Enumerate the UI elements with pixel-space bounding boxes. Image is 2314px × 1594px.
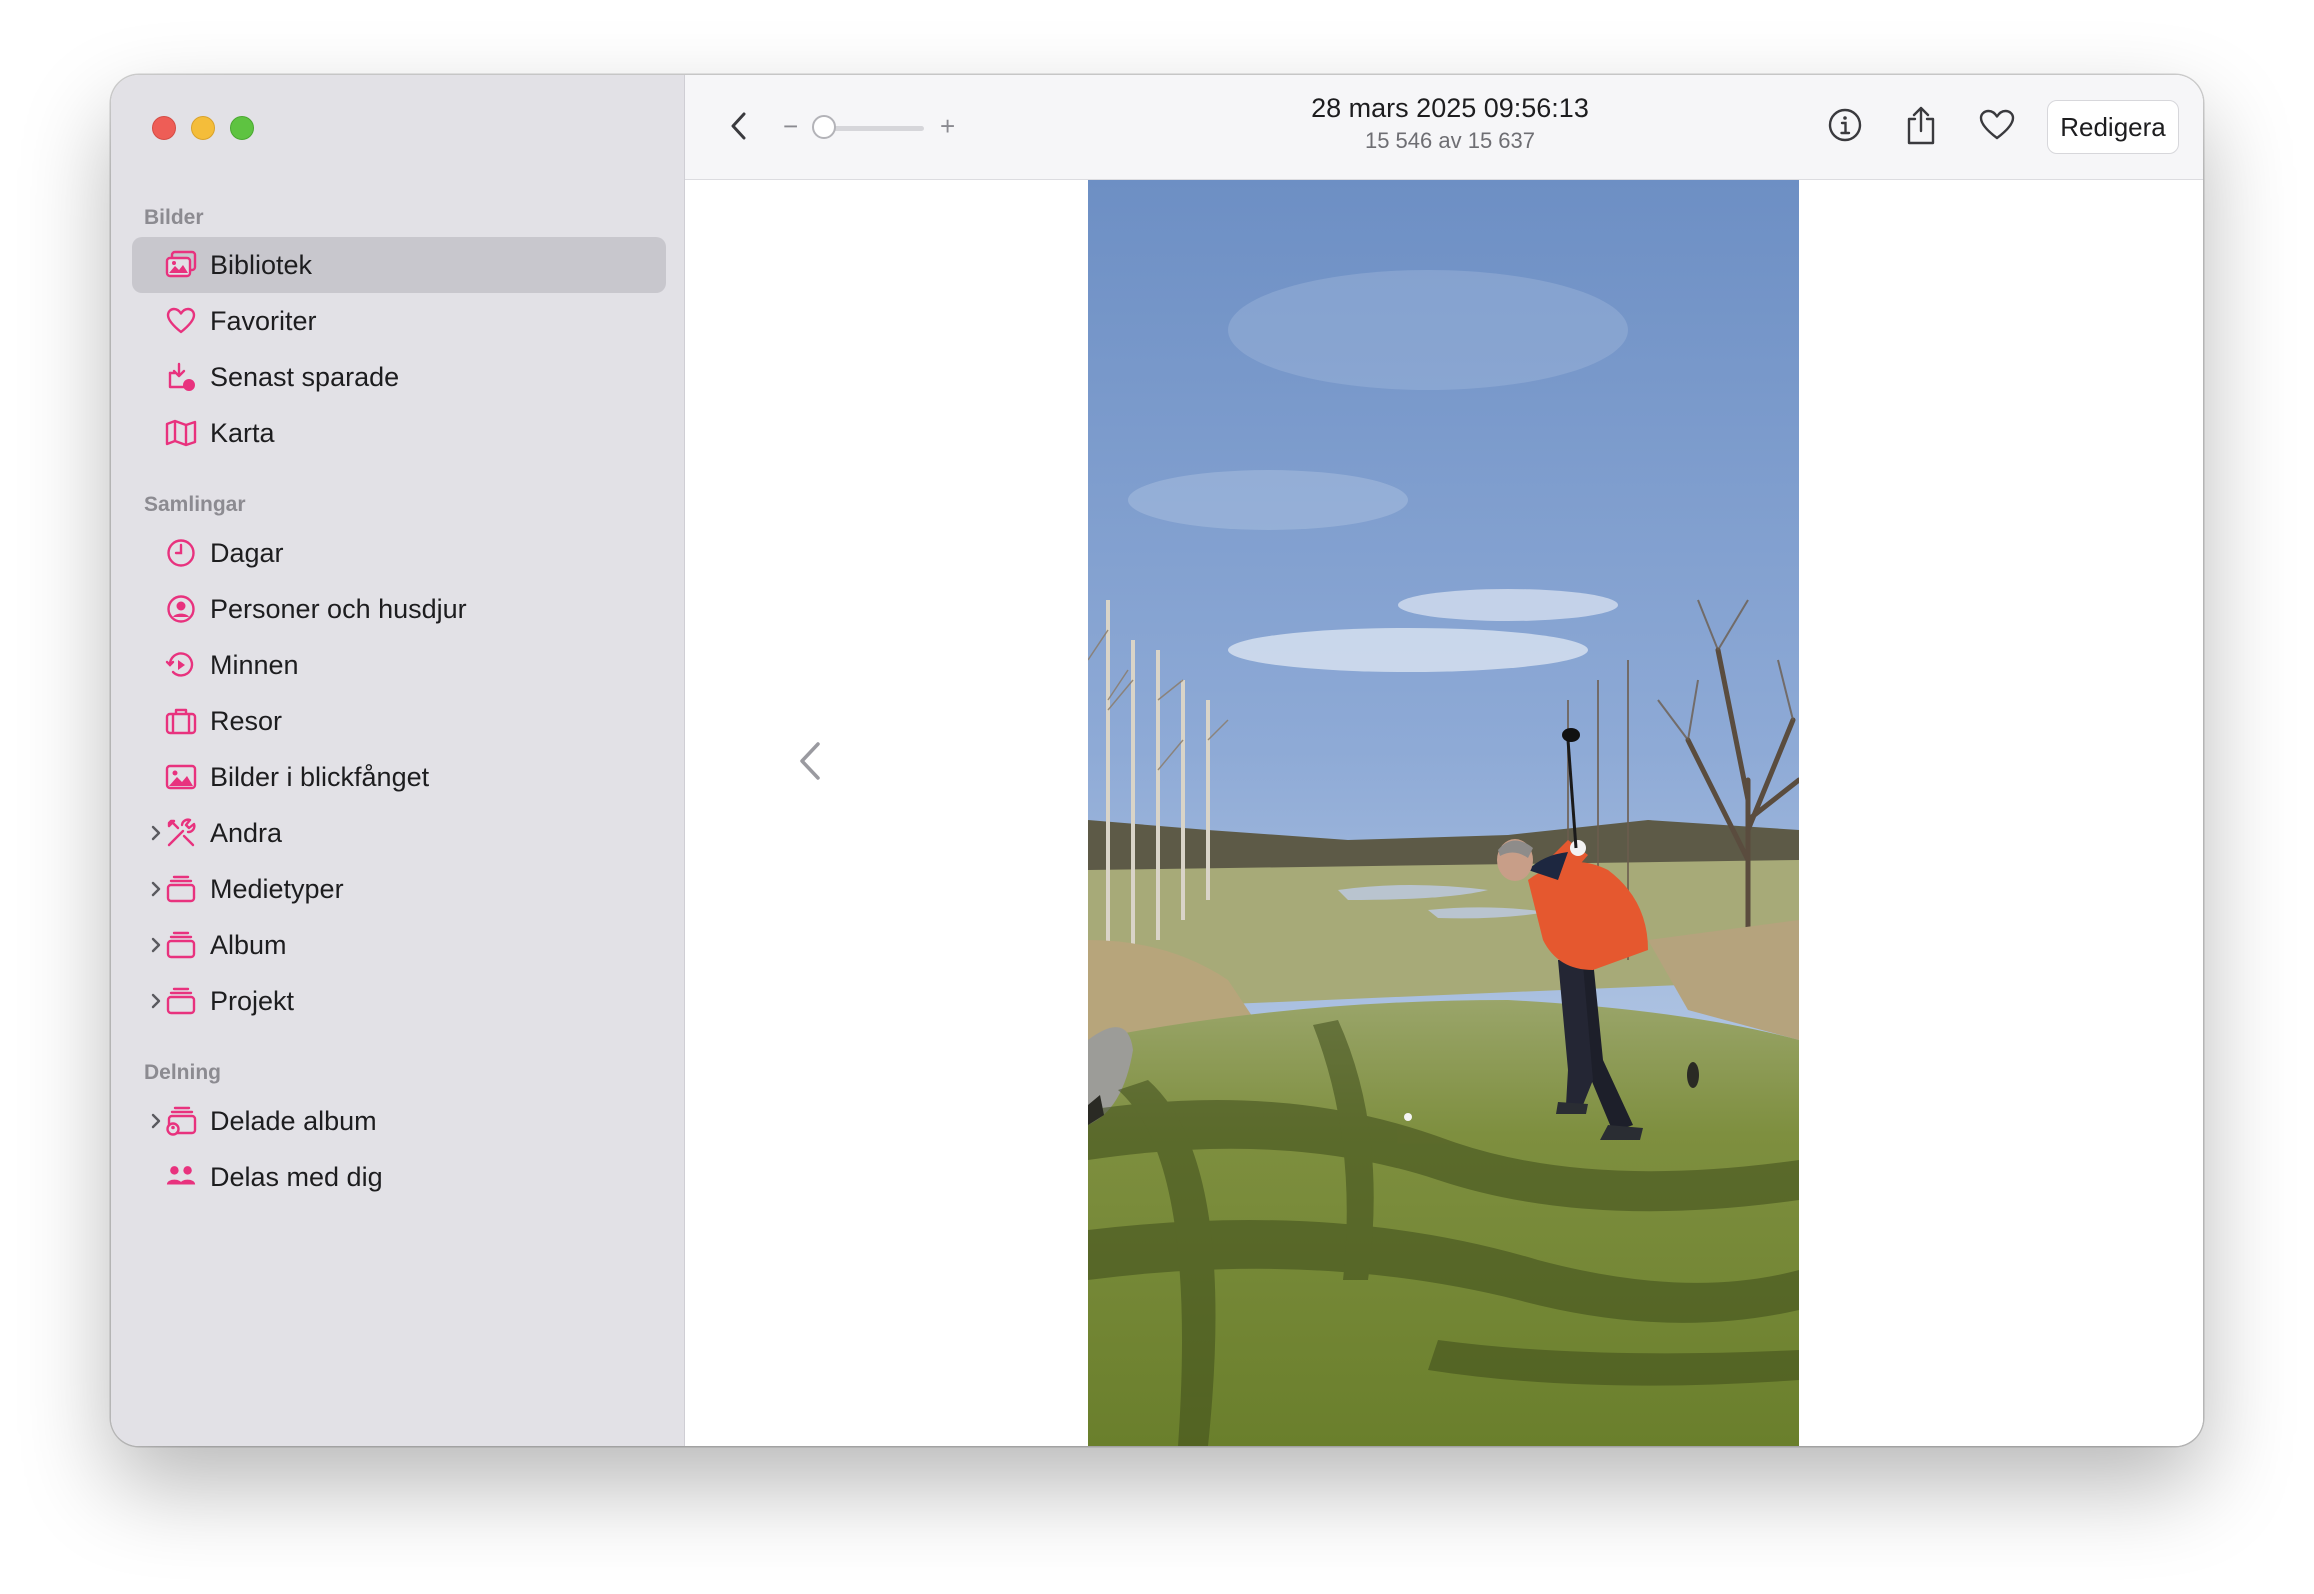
- toolbar: − + 28 mars 2025 09:56:13 15 546 av 15 6…: [685, 75, 2203, 180]
- sidebar-item-label: Bibliotek: [210, 249, 313, 280]
- sidebar-item-label: Favoriter: [210, 305, 317, 336]
- sidebar-item-andra[interactable]: Andra: [132, 805, 666, 861]
- photo-title: 28 mars 2025 09:56:13 15 546 av 15 637: [1185, 93, 1715, 154]
- shared-album-icon: [165, 1105, 197, 1137]
- sidebar-item-projekt[interactable]: Projekt: [132, 973, 666, 1029]
- sidebar-item-label: Projekt: [210, 985, 295, 1016]
- photo-date: 28 mars 2025 09:56:13: [1311, 93, 1589, 123]
- sidebar-item-resor[interactable]: Resor: [132, 693, 666, 749]
- sidebar-item-delade-album[interactable]: Delade album: [132, 1093, 666, 1149]
- back-button[interactable]: [721, 108, 757, 148]
- heart-icon: [1979, 109, 2015, 146]
- stack-icon: [165, 985, 197, 1017]
- share-icon: [1904, 104, 1938, 151]
- shared-with-you-icon: [165, 1161, 197, 1193]
- sidebar-item-senast-sparade[interactable]: Senast sparade: [132, 349, 666, 405]
- favorite-button[interactable]: [1975, 105, 2019, 149]
- zoom-out-label[interactable]: −: [783, 111, 798, 142]
- clock-icon: [165, 537, 197, 569]
- sidebar-item-label: Dagar: [210, 537, 284, 568]
- stack-icon: [165, 873, 197, 905]
- photo-image[interactable]: [1088, 180, 1799, 1446]
- chevron-right-icon[interactable]: [150, 1093, 162, 1149]
- sidebar-item-delas-med-dig[interactable]: Delas med dig: [132, 1149, 666, 1205]
- sidebar-item-label: Resor: [210, 705, 283, 736]
- zoom-in-label[interactable]: +: [940, 111, 955, 142]
- photo-library-icon: [165, 249, 197, 281]
- memories-icon: [165, 649, 197, 681]
- recently-saved-icon: [165, 361, 197, 393]
- sidebar-item-medietyper[interactable]: Medietyper: [132, 861, 666, 917]
- window-controls: [152, 116, 254, 140]
- featured-photo-icon: [165, 761, 197, 793]
- photo-viewer: [685, 180, 2203, 1446]
- chevron-right-icon[interactable]: [150, 861, 162, 917]
- section-header-delning: Delning: [144, 1061, 221, 1084]
- sidebar-item-bibliotek[interactable]: Bibliotek: [132, 237, 666, 293]
- person-circle-icon: [165, 593, 197, 625]
- map-icon: [165, 417, 197, 449]
- chevron-right-icon[interactable]: [150, 917, 162, 973]
- sidebar: Bilder Bibliotek Favoriter Senast sparad…: [111, 75, 685, 1446]
- main-content: − + 28 mars 2025 09:56:13 15 546 av 15 6…: [685, 75, 2203, 1446]
- suitcase-icon: [165, 705, 197, 737]
- section-header-bilder: Bilder: [144, 206, 204, 229]
- sidebar-item-karta[interactable]: Karta: [132, 405, 666, 461]
- sidebar-item-label: Album: [210, 929, 287, 960]
- tools-icon: [165, 817, 197, 849]
- sidebar-item-label: Minnen: [210, 649, 299, 680]
- heart-icon: [165, 305, 197, 337]
- sidebar-item-label: Karta: [210, 417, 275, 448]
- photo-count: 15 546 av 15 637: [1364, 128, 1536, 153]
- share-button[interactable]: [1899, 103, 1943, 151]
- edit-button[interactable]: Redigera: [2047, 100, 2179, 154]
- sidebar-item-label: Senast sparade: [210, 361, 400, 392]
- chevron-right-icon[interactable]: [150, 973, 162, 1029]
- stack-icon: [165, 929, 197, 961]
- info-button[interactable]: [1823, 105, 1867, 149]
- chevron-left-icon: [797, 742, 823, 786]
- previous-photo-button[interactable]: [797, 740, 823, 787]
- sidebar-item-label: Bilder i blickfånget: [210, 761, 430, 792]
- minimize-window-button[interactable]: [191, 116, 215, 140]
- zoom-slider-knob[interactable]: [812, 115, 836, 139]
- zoom-window-button[interactable]: [230, 116, 254, 140]
- sidebar-item-label: Personer och husdjur: [210, 593, 467, 624]
- info-icon: [1827, 107, 1863, 148]
- sidebar-item-favoriter[interactable]: Favoriter: [132, 293, 666, 349]
- sidebar-item-minnen[interactable]: Minnen: [132, 637, 666, 693]
- close-window-button[interactable]: [152, 116, 176, 140]
- sidebar-item-label: Andra: [210, 817, 283, 848]
- sidebar-item-label: Delade album: [210, 1105, 377, 1136]
- sidebar-item-personer-och-husdjur[interactable]: Personer och husdjur: [132, 581, 666, 637]
- section-header-samlingar: Samlingar: [144, 493, 246, 516]
- photos-window: Bilder Bibliotek Favoriter Senast sparad…: [111, 75, 2203, 1446]
- chevron-right-icon[interactable]: [150, 805, 162, 861]
- sidebar-item-label: Delas med dig: [210, 1161, 383, 1192]
- sidebar-item-label: Medietyper: [210, 873, 344, 904]
- sidebar-item-album[interactable]: Album: [132, 917, 666, 973]
- chevron-left-icon: [730, 111, 748, 146]
- sidebar-item-dagar[interactable]: Dagar: [132, 525, 666, 581]
- sidebar-item-bilder-i-blickfanget[interactable]: Bilder i blickfånget: [132, 749, 666, 805]
